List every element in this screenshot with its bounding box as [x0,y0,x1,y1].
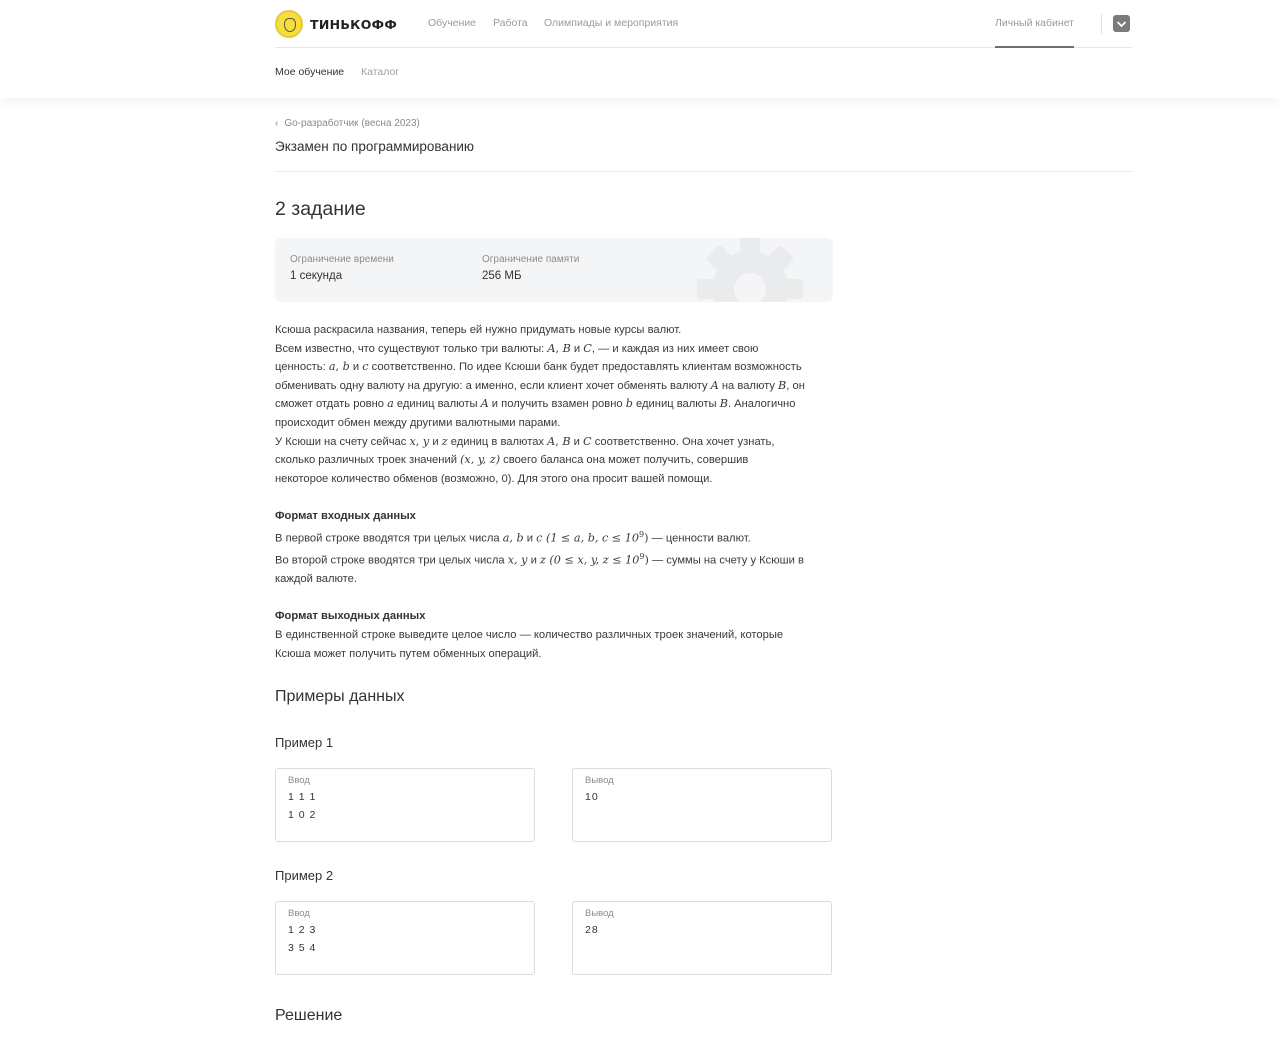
output-line: 10 [585,791,599,803]
time-limit: Ограничение времени 1 секунда [290,254,394,282]
output-format-line: В единственной строке выведите целое чис… [275,628,784,641]
input-line: 3 5 4 [288,942,317,954]
input-format-line: В первой строке вводятся три целых числа… [275,529,751,545]
memory-limit-label: Ограничение памяти [482,254,580,265]
example-2-input[interactable]: Ввод 1 2 3 3 5 4 [275,901,535,975]
input-line: 1 0 2 [288,809,317,821]
statement-line: Всем известно, что существуют только три… [275,341,759,355]
statement-line: обменивать одну валюту на другую: а имен… [275,378,805,392]
statement-line: происходит обмен между другими валютными… [275,416,561,429]
chevron-down-icon [1116,20,1127,27]
solution-title: Решение [275,1007,343,1024]
main-nav: ТИНЬКОФФ Обучение Работа Олимпиады и мер… [275,0,1132,48]
example-1-input[interactable]: Ввод 1 1 1 1 0 2 [275,768,535,842]
memory-limit-value: 256 МБ [482,270,522,282]
input-line: 1 2 3 [288,924,317,936]
subnav-catalog[interactable]: Каталог [361,66,399,78]
chevron-left-icon: ‹ [275,117,279,129]
output-format-heading: Формат выходных данных [275,610,426,623]
subnav-my-learning[interactable]: Мое обучение [275,66,344,78]
logo-text: ТИНЬКОФФ [310,16,398,32]
task-title: 2 задание [275,198,366,220]
nav-link-cabinet[interactable]: Личный кабинет [995,17,1074,29]
statement-line: Ксюша раскрасила названия, теперь ей нуж… [275,324,682,336]
logo[interactable]: ТИНЬКОФФ [275,10,397,38]
input-format-line: каждой валюте. [275,573,357,586]
limits-panel: Ограничение времени 1 секунда Ограничени… [275,238,833,302]
memory-limit: Ограничение памяти 256 МБ [482,254,579,282]
task-statement: Ксюша раскрасила названия, теперь ей нуж… [275,321,835,663]
active-nav-underline [995,46,1074,48]
logo-emblem-icon [275,10,303,38]
time-limit-label: Ограничение времени [290,254,394,265]
output-label: Вывод [585,908,614,919]
top-header: ТИНЬКОФФ Обучение Работа Олимпиады и мер… [0,0,1280,98]
example-1-title: Пример 1 [275,735,334,750]
output-format-line: Ксюша может получить путем обменных опер… [275,647,542,660]
input-format-line: Во второй строке вводятся три целых числ… [275,551,804,567]
output-label: Вывод [585,775,614,786]
divider [275,171,1132,172]
input-line: 1 1 1 [288,791,317,803]
nav-link-olympiads[interactable]: Олимпиады и мероприятия [544,17,678,29]
input-format-heading: Формат входных данных [275,509,416,522]
nav-link-work[interactable]: Работа [493,17,528,29]
example-1-output[interactable]: Вывод 10 [572,768,832,842]
example-2-title: Пример 2 [275,868,334,883]
examples-title: Примеры данных [275,688,405,705]
input-label: Ввод [288,775,310,786]
example-2-output[interactable]: Вывод 28 [572,901,832,975]
output-line: 28 [585,924,599,936]
gear-icon [697,238,803,302]
time-limit-value: 1 секунда [290,270,343,282]
back-link[interactable]: ‹ Go-разработчик (весна 2023) [275,116,420,130]
statement-line: ценность: a, b и c соответственно. По ид… [275,360,802,374]
statement-line: сможет отдать ровно a единиц валюты A и … [275,397,796,411]
user-menu-button[interactable] [1113,15,1130,32]
input-label: Ввод [288,908,310,919]
statement-line: сколько различных троек значений (x, y, … [275,453,749,467]
nav-link-learning[interactable]: Обучение [428,17,476,29]
back-link-text: Go-разработчик (весна 2023) [284,117,420,129]
nav-divider [1101,14,1102,34]
exam-title: Экзамен по программированию [275,139,475,154]
statement-line: некоторое количество обменов (возможно, … [275,472,713,485]
statement-line: У Ксюши на счету сейчас x, y и z единиц … [275,434,775,448]
